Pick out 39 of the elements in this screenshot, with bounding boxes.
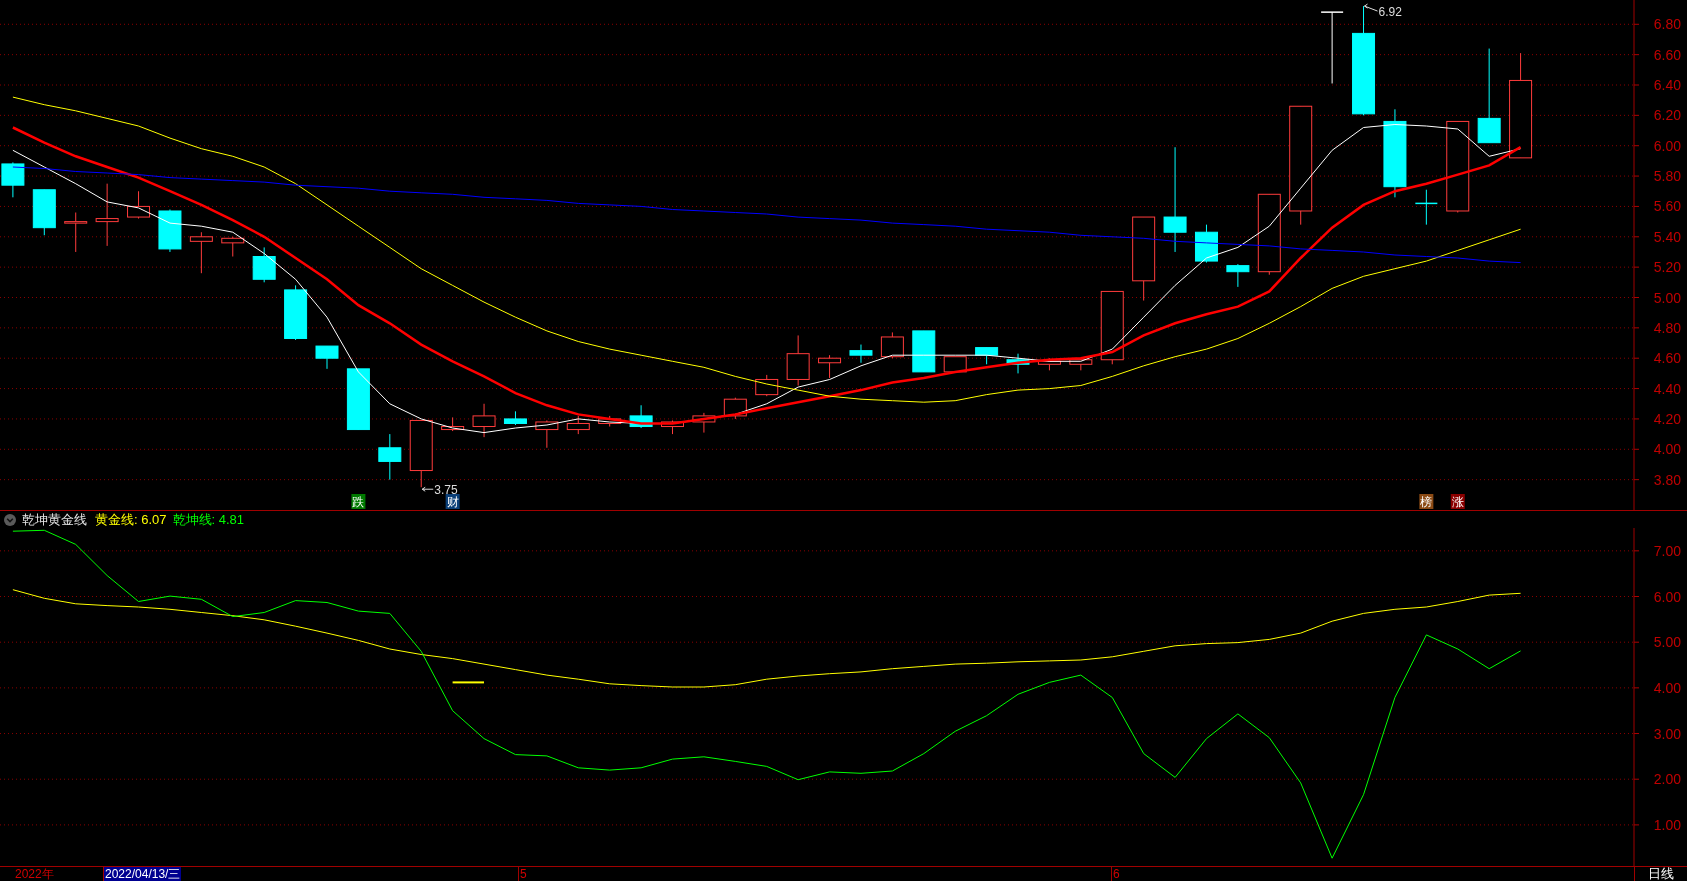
axis-label: 6.20 [1653, 107, 1681, 124]
axis-label: 6.00 [1653, 137, 1681, 154]
axis-label: 6.60 [1653, 46, 1681, 63]
axis-label: 4.60 [1653, 350, 1681, 367]
axis-label: 4.00 [1653, 441, 1681, 458]
date-axis-label: 5 [518, 867, 528, 881]
indicator-value: 乾坤线: 4.81 [172, 510, 245, 529]
signal-badge: 财 [445, 494, 460, 509]
axis-label: 6.00 [1653, 588, 1681, 605]
axis-label: 6.40 [1653, 77, 1681, 93]
date-axis-label: 6 [1111, 867, 1121, 881]
axis-label: 3.80 [1653, 471, 1681, 488]
axis-label: 4.00 [1653, 679, 1681, 696]
date-axis-label: 2022/04/13/三 [103, 867, 182, 881]
axis-label: 1.00 [1653, 816, 1681, 833]
collapse-chevron-icon[interactable] [4, 513, 16, 526]
leader-line [1364, 3, 1379, 12]
signal-badge: 跌 [351, 494, 366, 509]
axis-label: 4.40 [1653, 380, 1681, 397]
axis-label: 5.00 [1653, 634, 1681, 651]
axis-label: 5.80 [1653, 168, 1681, 185]
date-axis-label: 2022年 [14, 867, 55, 881]
axis-label: 4.20 [1653, 410, 1681, 427]
indicator-name: 乾坤黄金线 [22, 510, 87, 529]
indicator-value: 黄金线: 6.07 [95, 510, 167, 529]
leader-line [421, 486, 434, 492]
axis-label: 7.00 [1653, 542, 1681, 559]
axis-label: 4.80 [1653, 319, 1681, 336]
axis-label: 5.20 [1653, 259, 1681, 276]
high-price-label: 6.92 [1378, 5, 1402, 20]
signal-badge: 榜 [1419, 494, 1434, 509]
axis-label: 5.00 [1653, 289, 1681, 306]
axis-label: 5.40 [1653, 228, 1681, 245]
axis-label: 5.60 [1653, 198, 1681, 215]
signal-badge: 涨 [1450, 494, 1465, 509]
period-label[interactable]: 日线 [1634, 867, 1687, 881]
axis-label: 2.00 [1653, 771, 1681, 788]
axis-label: 3.00 [1653, 725, 1681, 742]
axis-label: 6.80 [1653, 16, 1681, 33]
